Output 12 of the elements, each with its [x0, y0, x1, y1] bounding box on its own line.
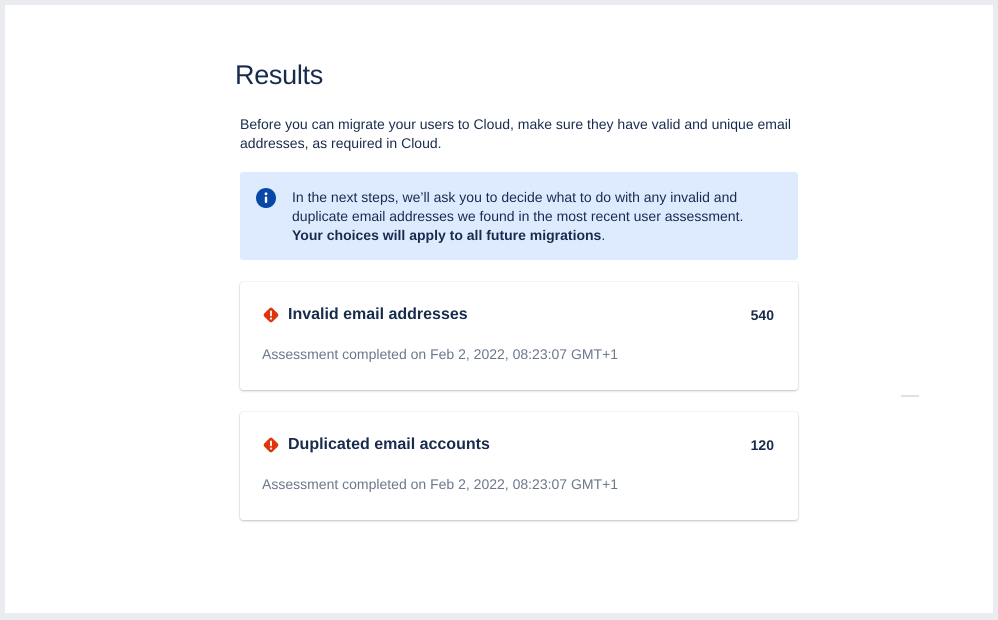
status-text: Assessment completed on Feb 2, 2022, 08:23:07 GMT+1 — [262, 476, 620, 492]
result-card[interactable]: Invalid email addresses 540 Assessment completed on Feb 2, 2022, 08:23:07 GMT+1 — [240, 282, 798, 390]
count: 540 — [750, 307, 774, 323]
count: 120 — [750, 437, 774, 453]
page-title: Results — [235, 60, 324, 91]
intro-text: Before you can migrate your users to Cloud, make sure they have valid and unique email addresses, as required in Cloud. — [240, 115, 792, 153]
card-title: Invalid email addresses — [288, 306, 469, 324]
card-title: Duplicated email accounts — [288, 436, 491, 454]
info-text: In the next steps, we’ll ask you to decide what to do with any invalid and duplicate email addresses we found in the most recent user assessment. Your choices will apply to all future migrations. — [292, 188, 744, 245]
info-icon — [256, 188, 276, 208]
status-text: Assessment completed on Feb 2, 2022, 08:23:07 GMT+1 — [262, 346, 620, 362]
result-card[interactable]: Duplicated email accounts 120 Assessment completed on Feb 2, 2022, 08:23:07 GMT+1 — [240, 412, 798, 520]
